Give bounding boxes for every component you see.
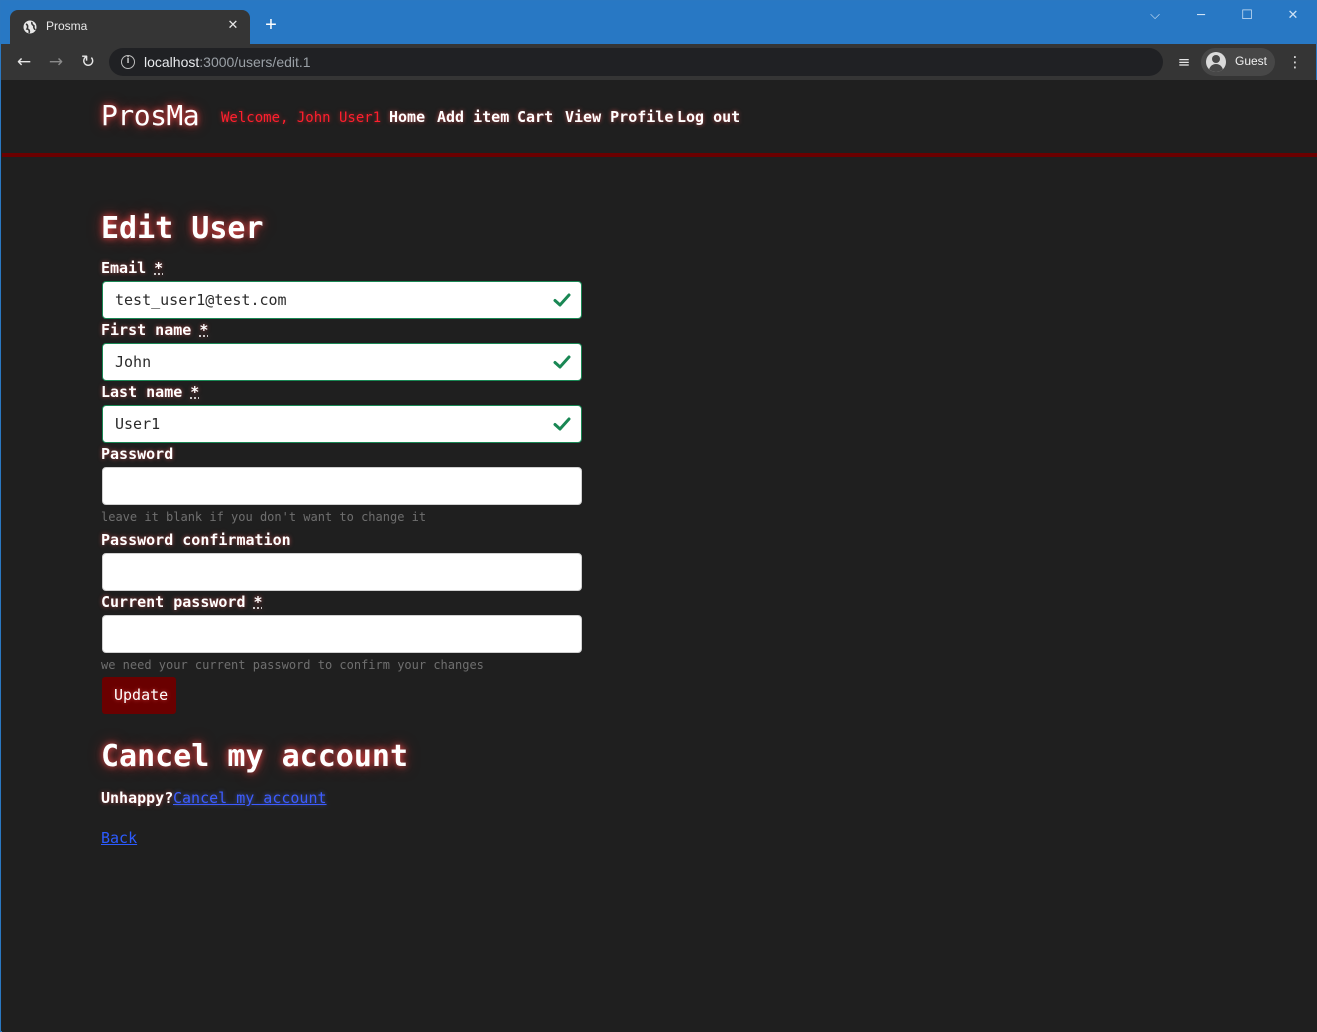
email-value: test_user1@test.com bbox=[115, 291, 287, 309]
title-bar: Prosma ✕ + ⌵ ─ ☐ ✕ bbox=[1, 1, 1316, 44]
valid-check-icon bbox=[553, 355, 571, 369]
email-field[interactable]: test_user1@test.com bbox=[102, 281, 582, 319]
browser-toolbar: ← → ↻ i localhost:3000/users/edit.1 ≡ Gu… bbox=[1, 44, 1316, 80]
profile-button[interactable]: Guest bbox=[1201, 48, 1275, 76]
last-name-field[interactable]: User1 bbox=[102, 405, 582, 443]
reading-list-icon[interactable]: ≡ bbox=[1174, 52, 1194, 72]
browser-tab[interactable]: Prosma ✕ bbox=[10, 10, 250, 44]
page-title: Edit User bbox=[101, 211, 264, 246]
current-password-label: Current password * bbox=[101, 593, 263, 611]
tab-search-icon[interactable]: ⌵ bbox=[1145, 6, 1165, 26]
required-marker: * bbox=[253, 593, 263, 611]
current-password-hint: we need your current password to confirm… bbox=[101, 658, 484, 672]
cancel-account-heading: Cancel my account bbox=[101, 739, 409, 774]
valid-check-icon bbox=[553, 293, 571, 307]
avatar-icon bbox=[1206, 52, 1226, 72]
first-name-label: First name * bbox=[101, 321, 208, 339]
unhappy-text: Unhappy? bbox=[101, 789, 174, 807]
last-name-label-text: Last name bbox=[101, 383, 183, 401]
first-name-field[interactable]: John bbox=[102, 343, 582, 381]
first-name-label-text: First name bbox=[101, 321, 192, 339]
password-confirmation-field[interactable] bbox=[102, 553, 582, 591]
back-arrow-icon[interactable]: ← bbox=[13, 51, 35, 73]
profile-label: Guest bbox=[1235, 54, 1268, 68]
password-field[interactable] bbox=[102, 467, 582, 505]
required-marker: * bbox=[190, 383, 200, 401]
address-bar[interactable]: i localhost:3000/users/edit.1 bbox=[109, 48, 1163, 76]
menu-kebab-icon[interactable]: ⋮ bbox=[1285, 52, 1305, 72]
globe-icon bbox=[23, 20, 37, 34]
welcome-text: Welcome, John User1 bbox=[221, 110, 382, 126]
page-content: ProsMa Welcome, John User1 Home Add item… bbox=[2, 80, 1317, 1032]
maximize-icon[interactable]: ☐ bbox=[1237, 6, 1257, 26]
forward-arrow-icon[interactable]: → bbox=[45, 51, 67, 73]
url-path: :3000/users/edit.1 bbox=[199, 54, 311, 70]
last-name-label: Last name * bbox=[101, 383, 199, 401]
minimize-icon[interactable]: ─ bbox=[1191, 6, 1211, 26]
required-marker: * bbox=[154, 259, 164, 277]
nav-log-out[interactable]: Log out bbox=[677, 108, 740, 126]
nav-add-item[interactable]: Add item bbox=[437, 108, 509, 126]
update-button-label: Update bbox=[114, 686, 169, 704]
close-window-icon[interactable]: ✕ bbox=[1283, 6, 1303, 26]
password-label: Password bbox=[101, 445, 174, 463]
site-info-icon[interactable]: i bbox=[121, 55, 135, 69]
close-tab-icon[interactable]: ✕ bbox=[224, 17, 242, 35]
url-text: localhost:3000/users/edit.1 bbox=[144, 54, 311, 70]
nav-home[interactable]: Home bbox=[389, 108, 425, 126]
valid-check-icon bbox=[553, 417, 571, 431]
brand-logo[interactable]: ProsMa bbox=[101, 99, 200, 132]
new-tab-button[interactable]: + bbox=[262, 15, 280, 35]
reload-icon[interactable]: ↻ bbox=[77, 51, 99, 73]
first-name-value: John bbox=[115, 353, 152, 371]
password-hint: leave it blank if you don't want to chan… bbox=[101, 510, 427, 524]
cancel-account-link[interactable]: Cancel my account bbox=[173, 789, 327, 807]
email-label-text: Email bbox=[101, 259, 147, 277]
tab-title: Prosma bbox=[46, 19, 88, 33]
password-confirmation-label: Password confirmation bbox=[101, 531, 291, 549]
site-header: ProsMa Welcome, John User1 Home Add item… bbox=[2, 80, 1317, 157]
email-label: Email * bbox=[101, 259, 163, 277]
last-name-value: User1 bbox=[115, 415, 161, 433]
required-marker: * bbox=[199, 321, 209, 339]
url-host: localhost bbox=[144, 54, 200, 70]
nav-view-profile[interactable]: View Profile bbox=[565, 108, 673, 126]
browser-window: Prosma ✕ + ⌵ ─ ☐ ✕ ← → ↻ i localhost:300… bbox=[0, 0, 1317, 1032]
nav-cart[interactable]: Cart bbox=[517, 108, 553, 126]
current-password-label-text: Current password bbox=[101, 593, 246, 611]
back-link[interactable]: Back bbox=[101, 829, 137, 847]
current-password-field[interactable] bbox=[102, 615, 582, 653]
update-button[interactable]: Update bbox=[102, 677, 176, 714]
